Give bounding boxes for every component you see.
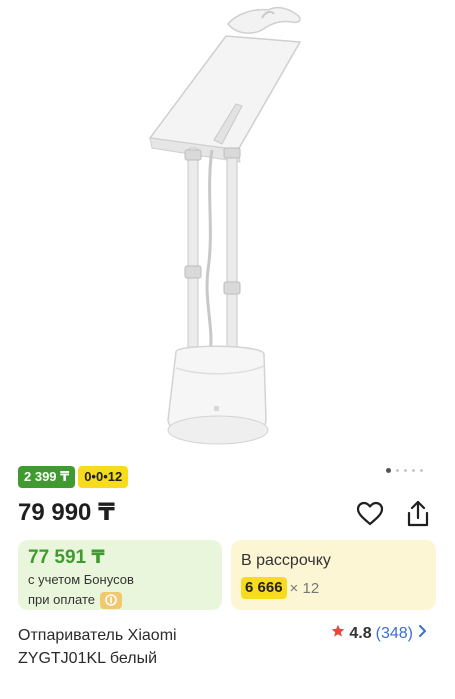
bonus-pay-row: при оплате [28, 590, 212, 610]
installment-row: 6 666 × 12 [241, 577, 426, 599]
bonus-price: 77 591 ₸ [28, 547, 105, 568]
price-row: 79 990 ₸ [18, 498, 437, 532]
share-icon[interactable] [403, 499, 433, 529]
installment-badge: 0•0•12 [78, 466, 129, 488]
pagination-dot[interactable] [420, 469, 423, 472]
installment-title: В рассрочку [241, 552, 331, 569]
monthly-price-badge: 2 399 ₸ [18, 466, 76, 488]
review-count[interactable]: (348) [376, 624, 413, 644]
price-badges: 2 399 ₸ 0•0•12 [18, 466, 129, 488]
favorite-heart-icon[interactable] [355, 499, 385, 529]
rating-value: 4.8 [349, 625, 372, 642]
bonus-line2: при оплате [28, 592, 95, 607]
gallery-pagination[interactable] [386, 468, 423, 473]
chevron-right-icon[interactable] [417, 624, 429, 644]
pagination-dot-active[interactable] [386, 468, 391, 473]
installment-multiplier: × 12 [289, 579, 320, 597]
payment-method-icon [99, 591, 122, 609]
bonus-line1: с учетом Бонусов [28, 572, 134, 587]
product-title: Отпариватель Xiaomi ZYGTJ01KL белый [18, 627, 177, 667]
pagination-dot[interactable] [412, 469, 415, 472]
pagination-dot[interactable] [396, 469, 399, 472]
installment-card[interactable]: В рассрочку 6 666 × 12 [231, 540, 436, 610]
pagination-dot[interactable] [404, 469, 407, 472]
bonus-price-card[interactable]: 77 591 ₸ с учетом Бонусов при оплате [18, 540, 222, 610]
product-image[interactable] [0, 0, 455, 458]
star-icon [331, 624, 345, 644]
rating-link[interactable]: 4.8 (348) [331, 624, 429, 644]
installment-amount: 6 666 [241, 577, 287, 599]
product-price: 79 990 ₸ [18, 499, 115, 526]
steamer-illustration [148, 6, 302, 445]
